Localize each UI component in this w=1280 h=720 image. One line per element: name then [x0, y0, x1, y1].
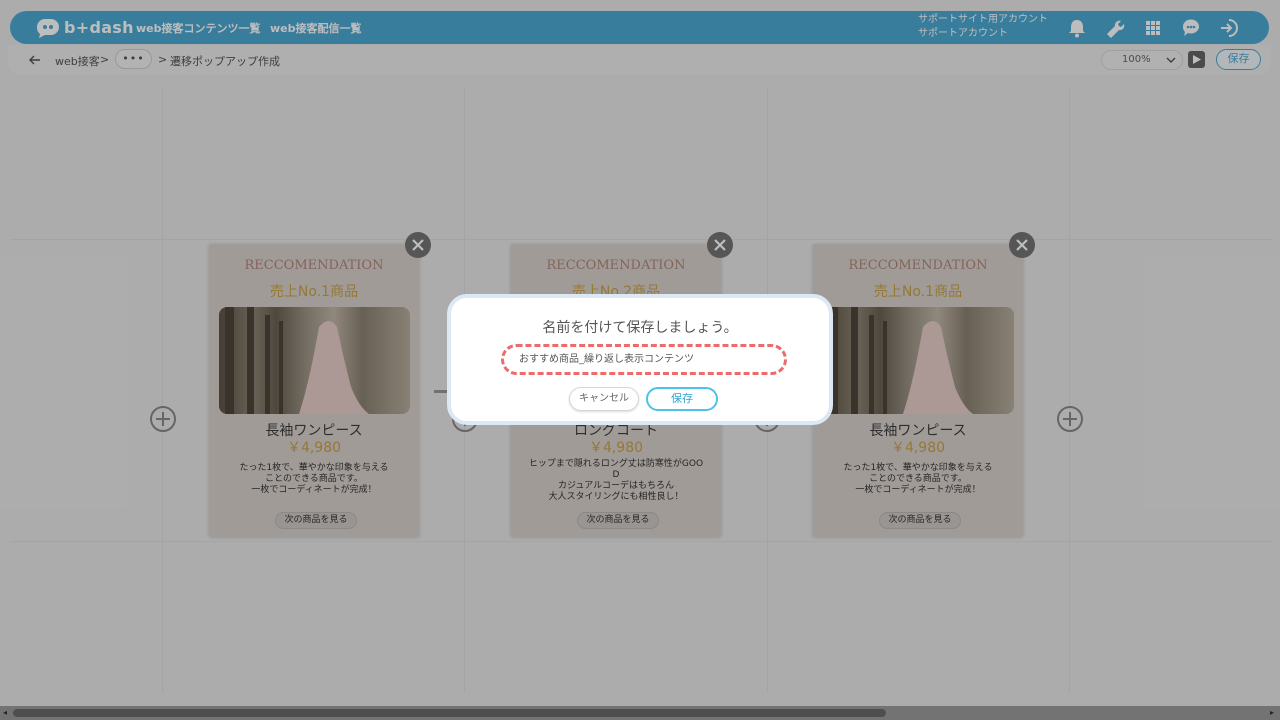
dialog-save-button[interactable]: 保存 [646, 387, 718, 411]
dialog-title: 名前を付けて保存しましょう。 [542, 320, 738, 336]
cancel-button[interactable]: キャンセル [569, 387, 639, 411]
save-name-dialog: 名前を付けて保存しましょう。 おすすめ商品_繰り返し表示コンテンツ キャンセル … [447, 294, 833, 425]
content-name-input[interactable]: おすすめ商品_繰り返し表示コンテンツ [501, 344, 787, 375]
